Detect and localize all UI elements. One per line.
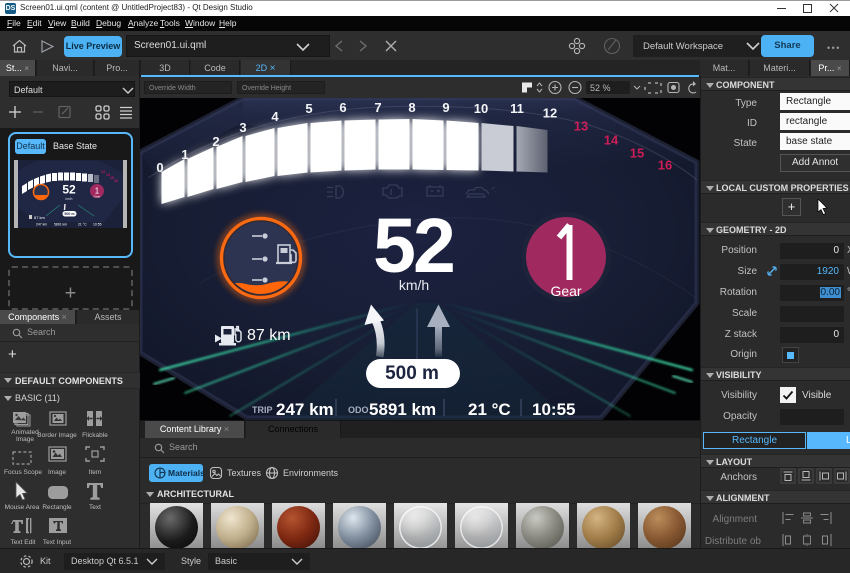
svg-text:4: 4 <box>271 109 279 124</box>
svg-text:9: 9 <box>442 100 449 115</box>
svg-text:500 m: 500 m <box>385 363 439 384</box>
svg-text:6: 6 <box>339 100 346 115</box>
svg-text:16: 16 <box>658 158 672 173</box>
svg-text:km/h: km/h <box>66 197 73 201</box>
svg-text:247 km: 247 km <box>36 223 47 227</box>
svg-text:2: 2 <box>212 134 219 149</box>
svg-text:ODO: ODO <box>348 405 369 415</box>
svg-text:7: 7 <box>374 100 381 115</box>
svg-text:21 °C: 21 °C <box>78 223 87 227</box>
svg-text:10: 10 <box>474 101 488 116</box>
svg-text:21 °C: 21 °C <box>468 400 511 419</box>
svg-text:15: 15 <box>630 146 644 161</box>
svg-text:5891 km: 5891 km <box>369 400 436 419</box>
svg-text:87 km: 87 km <box>247 327 291 344</box>
svg-text:500 m: 500 m <box>64 212 74 216</box>
svg-text:0: 0 <box>156 160 163 175</box>
svg-text:10:55: 10:55 <box>532 400 575 419</box>
svg-text:13: 13 <box>574 119 588 134</box>
svg-text:14: 14 <box>604 133 619 148</box>
svg-text:Gear: Gear <box>550 283 581 299</box>
svg-text:5: 5 <box>305 101 312 116</box>
svg-text:16: 16 <box>114 179 118 183</box>
svg-text:12: 12 <box>543 106 557 121</box>
svg-text:TRIP: TRIP <box>252 405 273 415</box>
svg-text:247 km: 247 km <box>276 400 334 419</box>
svg-text:km/h: km/h <box>399 277 429 293</box>
svg-text:87 km: 87 km <box>34 215 46 220</box>
svg-text:11: 11 <box>510 101 524 116</box>
svg-text:52 %: 52 % <box>590 83 611 93</box>
svg-text:13: 13 <box>101 170 105 174</box>
svg-text:52: 52 <box>62 183 76 197</box>
svg-text:Gear: Gear <box>94 195 101 199</box>
svg-text:1: 1 <box>181 147 188 162</box>
svg-text:10:55: 10:55 <box>93 223 102 227</box>
svg-text:3: 3 <box>239 120 246 135</box>
svg-text:8: 8 <box>408 100 415 115</box>
svg-text:5891 km: 5891 km <box>54 223 67 227</box>
